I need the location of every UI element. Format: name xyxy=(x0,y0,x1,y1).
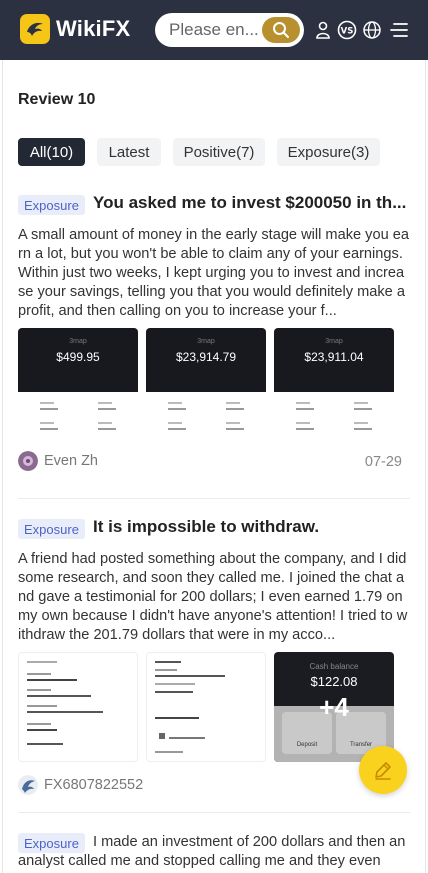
review-author[interactable]: Even Zh xyxy=(18,451,98,471)
avatar xyxy=(18,775,38,795)
tab-positive[interactable]: Positive(7) xyxy=(173,138,265,166)
image-balance: $499.95 xyxy=(56,350,100,364)
vs-icon[interactable]: VS xyxy=(337,20,357,40)
review-date: 07-29 xyxy=(364,454,402,470)
review-title[interactable]: It is impossible to withdraw. xyxy=(93,517,413,537)
top-navigation-bar: WikiFX VS xyxy=(0,0,428,60)
image-balance: $23,914.79 xyxy=(175,350,237,364)
review-author[interactable]: FX6807822552 xyxy=(18,775,143,795)
divider xyxy=(18,498,410,499)
brand-name: WikiFX xyxy=(56,16,131,41)
review-image[interactable] xyxy=(18,652,138,762)
search-button[interactable] xyxy=(262,17,300,43)
review-image[interactable]: 3map $23,911.04 xyxy=(274,328,394,438)
search-input[interactable] xyxy=(169,19,261,41)
review-text[interactable]: I made an investment of 200 dollars and … xyxy=(18,833,410,873)
wikifx-logo-icon xyxy=(20,14,50,44)
author-name: FX6807822552 xyxy=(44,777,144,793)
review-title[interactable]: You asked me to invest $200050 in th... xyxy=(93,193,413,213)
review-image[interactable] xyxy=(146,652,266,762)
more-images-count: +4 xyxy=(319,692,349,722)
svg-text:VS: VS xyxy=(341,27,354,37)
tab-exposure[interactable]: Exposure(3) xyxy=(277,138,380,166)
review-image[interactable]: 3map $23,914.79 xyxy=(146,328,266,438)
pencil-icon xyxy=(375,762,391,780)
tab-latest[interactable]: Latest xyxy=(97,138,161,166)
tab-all[interactable]: All(10) xyxy=(18,138,85,166)
review-text[interactable]: A friend had posted something about the … xyxy=(18,550,410,646)
menu-icon[interactable] xyxy=(389,20,409,40)
divider xyxy=(18,812,410,813)
exposure-badge: Exposure xyxy=(18,519,85,539)
globe-icon[interactable] xyxy=(362,20,382,40)
search-icon xyxy=(273,22,289,38)
avatar xyxy=(18,451,38,471)
author-name: Even Zh xyxy=(44,453,98,469)
review-image-more[interactable]: Cash balance $122.08 Deposit Transfer +4 xyxy=(274,652,394,762)
user-icon[interactable] xyxy=(313,20,333,40)
brand-logo[interactable]: WikiFX xyxy=(20,14,130,44)
exposure-badge: Exposure xyxy=(18,195,85,215)
search-box xyxy=(155,13,304,47)
section-title: Review 10 xyxy=(18,91,96,108)
write-review-button[interactable] xyxy=(359,746,407,794)
review-text[interactable]: A small amount of money in the early sta… xyxy=(18,226,410,322)
image-balance: $23,911.04 xyxy=(304,350,364,364)
image-balance: $122.08 xyxy=(310,674,358,689)
review-image[interactable]: 3map $499.95 xyxy=(18,328,138,438)
